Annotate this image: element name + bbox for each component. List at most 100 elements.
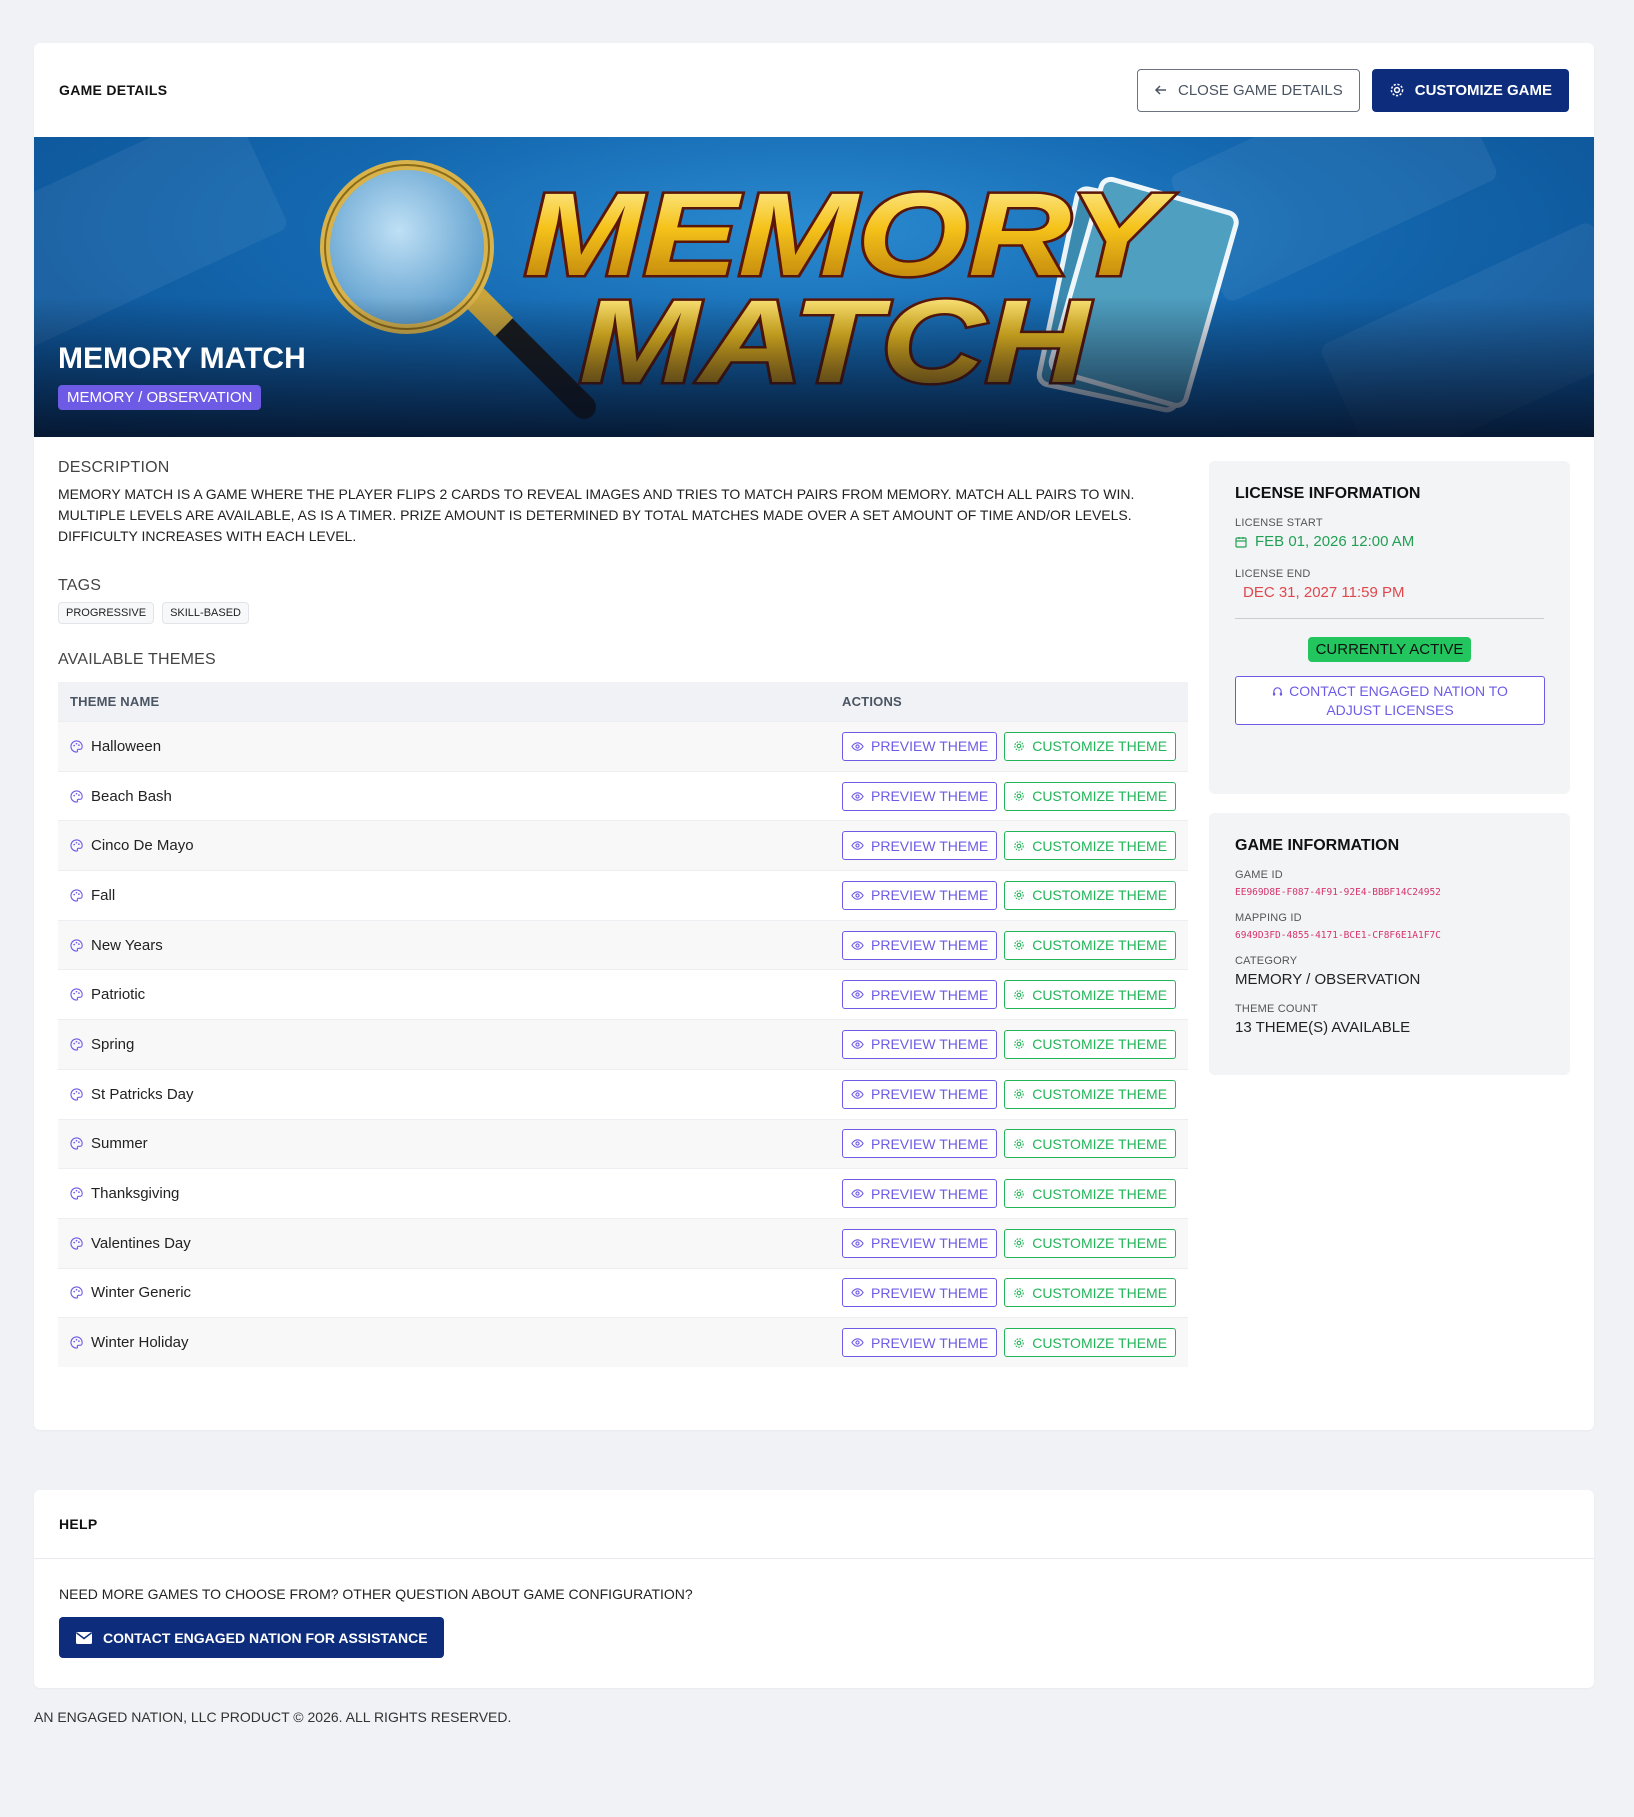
- gear-icon: [1013, 1188, 1025, 1200]
- theme-actions: PREVIEW THEME CUSTOMIZE THEME: [842, 880, 1177, 910]
- palette-icon: [70, 839, 83, 852]
- preview-theme-button[interactable]: PREVIEW THEME: [842, 930, 998, 960]
- customize-theme-label: CUSTOMIZE THEME: [1032, 986, 1168, 1003]
- preview-theme-button[interactable]: PREVIEW THEME: [842, 731, 998, 761]
- preview-theme-label: PREVIEW THEME: [871, 1185, 989, 1202]
- table-header: THEME NAME ACTIONS: [58, 682, 1188, 721]
- themes-label: AVAILABLE THEMES: [58, 651, 216, 668]
- customize-theme-button[interactable]: CUSTOMIZE THEME: [1004, 831, 1177, 861]
- customize-theme-label: CUSTOMIZE THEME: [1032, 1135, 1168, 1152]
- palette-icon: [70, 889, 83, 902]
- license-end-value: DEC 31, 2027 11:59 PM: [1243, 584, 1405, 601]
- customize-theme-button[interactable]: CUSTOMIZE THEME: [1004, 930, 1177, 960]
- preview-theme-button[interactable]: PREVIEW THEME: [842, 1129, 998, 1159]
- help-title: HELP: [59, 1516, 98, 1532]
- customize-theme-label: CUSTOMIZE THEME: [1032, 837, 1168, 854]
- game-info-panel: GAME INFORMATION GAME ID EE969D8E-F087-4…: [1209, 813, 1570, 1075]
- mapping-id-value: 6949D3FD-4855-4171-BCE1-CF8F6E1A1F7C: [1235, 930, 1441, 941]
- table-row: Fall PREVIEW THEME CUSTOMIZE THEME: [58, 870, 1188, 920]
- game-id-value: EE969D8E-F087-4F91-92E4-BBBF14C24952: [1235, 887, 1441, 898]
- tag: SKILL-BASED: [162, 602, 249, 624]
- customize-theme-label: CUSTOMIZE THEME: [1032, 1185, 1168, 1202]
- customize-theme-label: CUSTOMIZE THEME: [1032, 788, 1168, 805]
- table-row: Winter Holiday PREVIEW THEME CUSTOMIZE THE…: [58, 1317, 1188, 1367]
- theme-actions: PREVIEW THEME CUSTOMIZE THEME: [842, 1179, 1177, 1209]
- customize-theme-label: CUSTOMIZE THEME: [1032, 1036, 1168, 1053]
- eye-icon: [851, 889, 864, 902]
- theme-name-cell: Valentines Day: [58, 1235, 842, 1252]
- palette-icon: [70, 1088, 83, 1101]
- preview-theme-button[interactable]: PREVIEW THEME: [842, 880, 998, 910]
- preview-theme-label: PREVIEW THEME: [871, 937, 989, 954]
- calendar-icon: [1235, 536, 1247, 548]
- help-card: HELP NEED MORE GAMES TO CHOOSE FROM? OTH…: [34, 1490, 1594, 1688]
- palette-icon: [70, 988, 83, 1001]
- eye-icon: [851, 1187, 864, 1200]
- status-badge: CURRENTLY ACTIVE: [1307, 637, 1472, 662]
- license-start-value: FEB 01, 2026 12:00 AM: [1255, 533, 1415, 550]
- preview-theme-button[interactable]: PREVIEW THEME: [842, 1029, 998, 1059]
- license-title: LICENSE INFORMATION: [1235, 485, 1421, 502]
- eye-icon: [851, 1286, 864, 1299]
- customize-theme-button[interactable]: CUSTOMIZE THEME: [1004, 1079, 1177, 1109]
- envelope-icon: [76, 1631, 92, 1644]
- theme-count-value: 13 THEME(S) AVAILABLE: [1235, 1019, 1411, 1036]
- preview-theme-button[interactable]: PREVIEW THEME: [842, 1179, 998, 1209]
- category-label: CATEGORY: [1235, 955, 1298, 967]
- customize-theme-button[interactable]: CUSTOMIZE THEME: [1004, 1228, 1177, 1258]
- preview-theme-label: PREVIEW THEME: [871, 788, 989, 805]
- theme-actions: PREVIEW THEME CUSTOMIZE THEME: [842, 1129, 1177, 1159]
- table-row: New Years PREVIEW THEME CUSTOMIZE THEME: [58, 919, 1188, 970]
- license-panel: LICENSE INFORMATION LICENSE START FEB 01…: [1209, 461, 1570, 794]
- close-game-details-button[interactable]: CLOSE GAME DETAILS: [1137, 68, 1360, 112]
- palette-icon: [70, 1336, 83, 1349]
- theme-actions: PREVIEW THEME CUSTOMIZE THEME: [842, 1278, 1177, 1308]
- game-details-card: GAME DETAILS CLOSE GAME DETAILS CUSTOMIZ…: [34, 43, 1594, 1430]
- preview-theme-button[interactable]: PREVIEW THEME: [842, 831, 998, 861]
- contact-adjust-licenses-button[interactable]: CONTACT ENGAGED NATION TO ADJUST LICENSE…: [1235, 676, 1545, 725]
- gear-icon: [1013, 1038, 1025, 1050]
- customize-theme-button[interactable]: CUSTOMIZE THEME: [1004, 980, 1177, 1010]
- customize-theme-button[interactable]: CUSTOMIZE THEME: [1004, 1278, 1177, 1308]
- preview-theme-button[interactable]: PREVIEW THEME: [842, 1228, 998, 1258]
- theme-actions: PREVIEW THEME CUSTOMIZE THEME: [842, 980, 1177, 1010]
- preview-theme-label: PREVIEW THEME: [871, 887, 989, 904]
- eye-icon: [851, 1088, 864, 1101]
- theme-name: Cinco De Mayo: [91, 837, 194, 855]
- customize-theme-button[interactable]: CUSTOMIZE THEME: [1004, 781, 1177, 811]
- table-body: Halloween PREVIEW THEME CUSTOMIZE THEME Bea…: [58, 721, 1188, 1367]
- preview-theme-button[interactable]: PREVIEW THEME: [842, 1278, 998, 1308]
- arrow-left-icon: [1154, 85, 1166, 95]
- customize-theme-button[interactable]: CUSTOMIZE THEME: [1004, 1129, 1177, 1159]
- gear-icon: [1013, 840, 1025, 852]
- gear-icon: [1013, 939, 1025, 951]
- customize-theme-button[interactable]: CUSTOMIZE THEME: [1004, 1179, 1177, 1209]
- gear-icon: [1013, 740, 1025, 752]
- gear-icon: [1013, 1138, 1025, 1150]
- table-row: St Patricks Day PREVIEW THEME CUSTOMIZE TH…: [58, 1068, 1188, 1119]
- customize-game-button[interactable]: CUSTOMIZE GAME: [1371, 68, 1569, 112]
- customize-theme-button[interactable]: CUSTOMIZE THEME: [1004, 1328, 1177, 1358]
- preview-theme-button[interactable]: PREVIEW THEME: [842, 1328, 998, 1358]
- customize-theme-button[interactable]: CUSTOMIZE THEME: [1004, 731, 1177, 761]
- theme-name: New Years: [91, 936, 163, 954]
- customize-theme-label: CUSTOMIZE THEME: [1032, 937, 1168, 954]
- preview-theme-button[interactable]: PREVIEW THEME: [842, 781, 998, 811]
- license-start: FEB 01, 2026 12:00 AM: [1235, 533, 1544, 550]
- table-row: Valentines Day PREVIEW THEME CUSTOMIZE THE…: [58, 1217, 1188, 1268]
- contact-assistance-button[interactable]: CONTACT ENGAGED NATION FOR ASSISTANCE: [59, 1617, 444, 1658]
- preview-theme-label: PREVIEW THEME: [871, 1334, 989, 1351]
- palette-icon: [70, 1038, 83, 1051]
- customize-theme-button[interactable]: CUSTOMIZE THEME: [1004, 1029, 1177, 1059]
- themes-table: THEME NAME ACTIONS Halloween PREVIEW THEM…: [58, 682, 1188, 1367]
- preview-theme-label: PREVIEW THEME: [871, 986, 989, 1003]
- preview-theme-button[interactable]: PREVIEW THEME: [842, 1079, 998, 1109]
- theme-actions: PREVIEW THEME CUSTOMIZE THEME: [842, 1079, 1177, 1109]
- footer-copyright: AN ENGAGED NATION, LLC PRODUCT © 2026. A…: [34, 1709, 512, 1725]
- eye-icon: [851, 1137, 864, 1150]
- customize-theme-button[interactable]: CUSTOMIZE THEME: [1004, 880, 1177, 910]
- game-banner: MEMORY MATCH MEMORY MATCH MEMORY / OBSER…: [34, 137, 1594, 437]
- table-row: Spring PREVIEW THEME CUSTOMIZE THEME: [58, 1019, 1188, 1069]
- preview-theme-button[interactable]: PREVIEW THEME: [842, 980, 998, 1010]
- license-end-label: LICENSE END: [1235, 568, 1311, 580]
